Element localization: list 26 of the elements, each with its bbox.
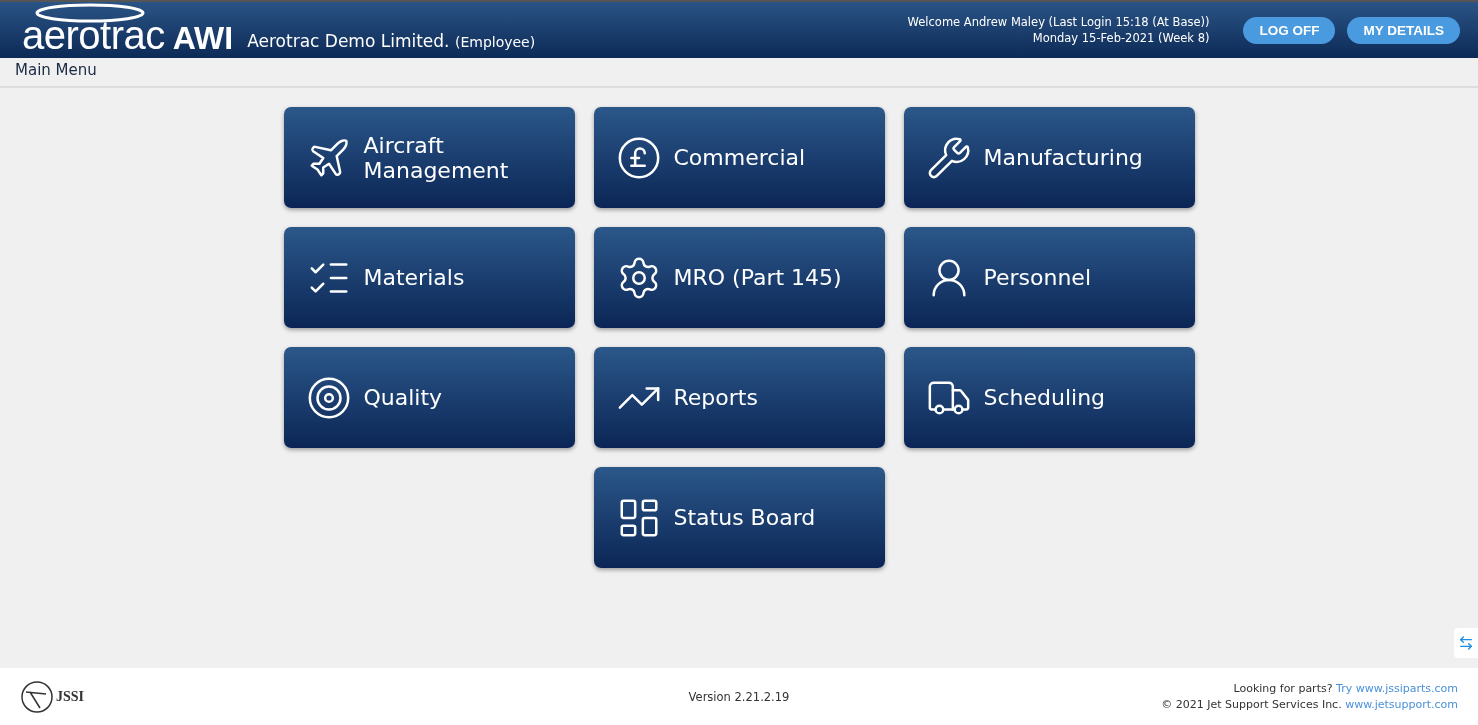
- remote-support-tab[interactable]: [1454, 628, 1478, 658]
- menu-tile[interactable]: Scheduling: [903, 347, 1195, 448]
- welcome-text: Welcome Andrew Maley (Last Login 15:18 (At Base)): [907, 14, 1210, 30]
- jssi-logo-text: JSSI: [56, 688, 85, 705]
- menu-tile[interactable]: Personnel: [903, 227, 1195, 328]
- parts-text: Looking for parts?: [1233, 681, 1333, 695]
- menu-tile[interactable]: Materials: [283, 227, 575, 328]
- copyright-text: © 2021 Jet Support Services Inc.: [1161, 697, 1342, 711]
- jssi-logo-icon: [20, 679, 54, 714]
- logo-text: aerotrac: [22, 16, 165, 54]
- date-text: Monday 15-Feb-2021 (Week 8): [1031, 30, 1210, 46]
- menu-tile[interactable]: Reports: [593, 347, 885, 448]
- menu-tile[interactable]: Aircraft Management: [283, 107, 575, 208]
- menu-tile[interactable]: Status Board: [593, 467, 885, 568]
- page-title: Main Menu: [0, 58, 1478, 88]
- version-text: Version 2.21.2.19: [688, 689, 790, 704]
- menu-tile[interactable]: Manufacturing: [903, 107, 1195, 208]
- arrows-icon: [1458, 635, 1474, 651]
- support-link[interactable]: www.jetsupport.com: [1345, 697, 1458, 711]
- logo-swoosh-icon: [34, 2, 146, 24]
- company-name: Aerotrac Demo Limited. (Employee): [247, 31, 536, 53]
- logo-suffix: AWI: [172, 22, 234, 54]
- menu-tile[interactable]: Quality: [283, 347, 575, 448]
- menu-tile[interactable]: MRO (Part 145): [593, 227, 885, 328]
- menu-tile[interactable]: Commercial: [593, 107, 885, 208]
- parts-link[interactable]: Try www.jssiparts.com: [1336, 681, 1458, 695]
